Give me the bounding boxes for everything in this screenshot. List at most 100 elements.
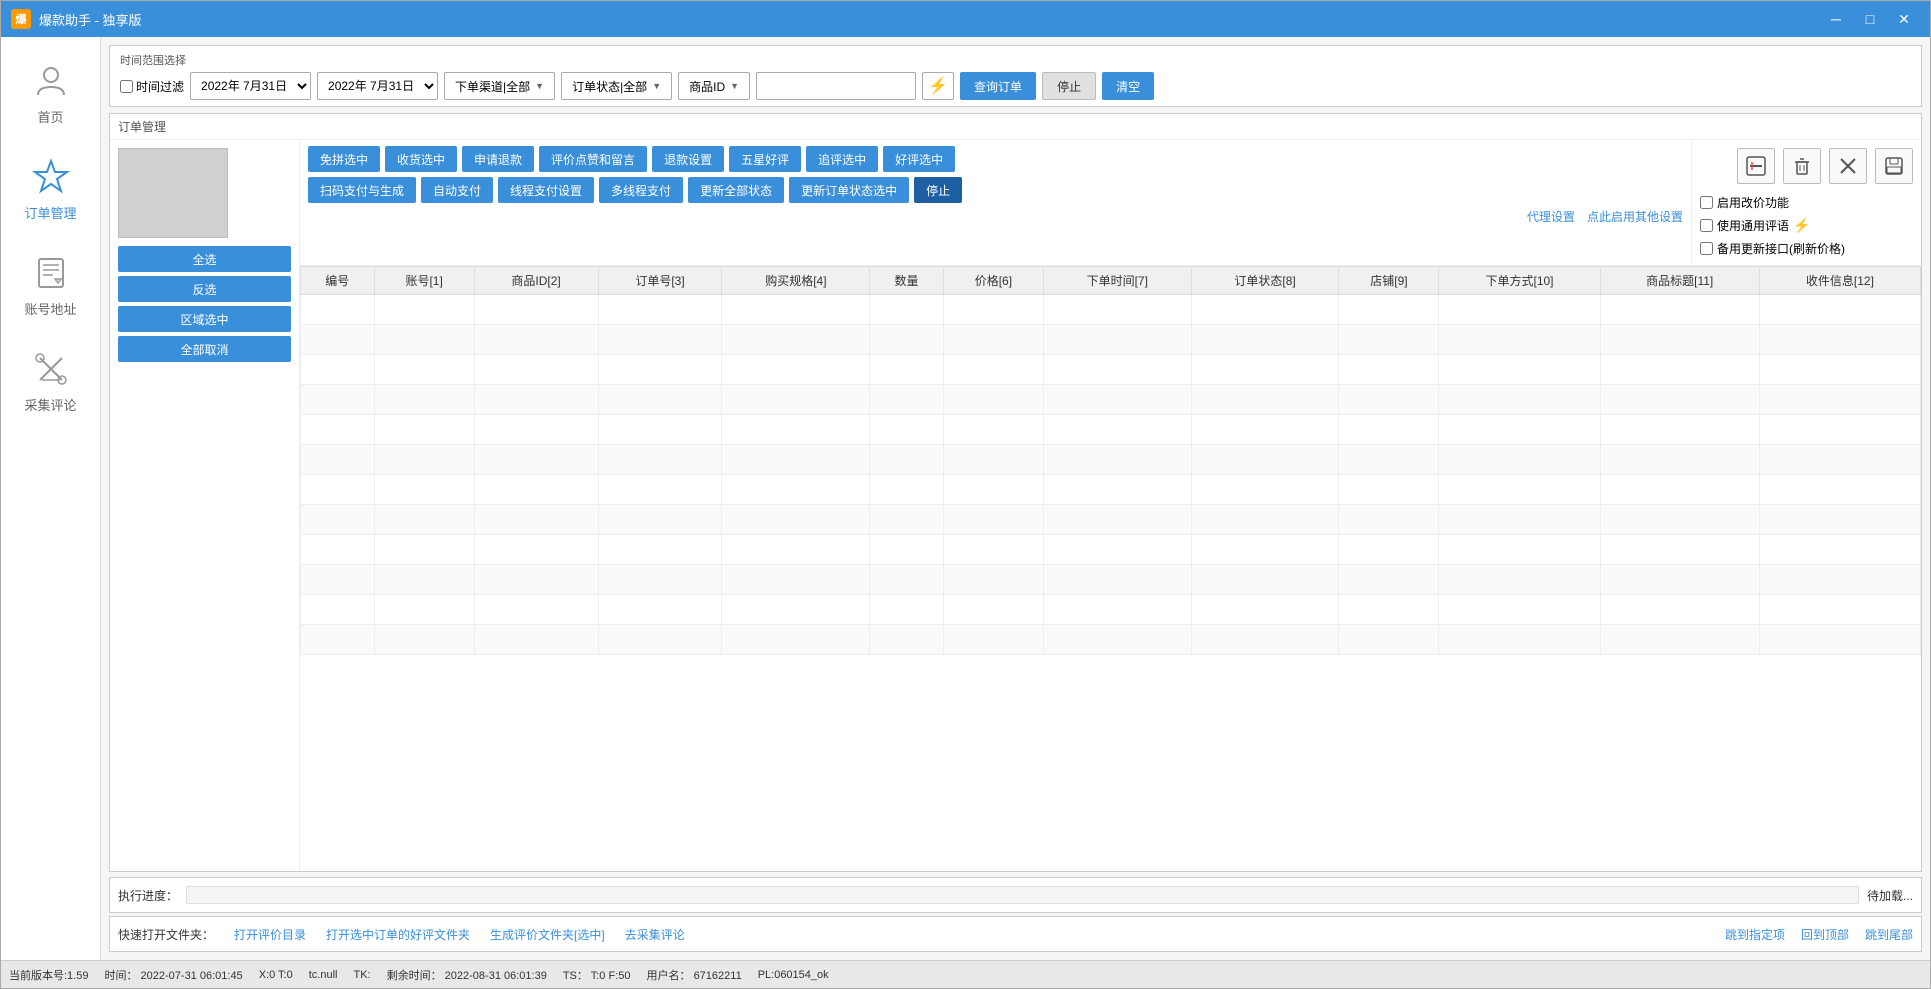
jump-to-item-link[interactable]: 跳到指定项 <box>1725 926 1785 943</box>
col-quantity: 数量 <box>870 267 944 295</box>
product-id-dropdown[interactable]: 商品ID <box>678 72 750 100</box>
sidebar: 首页 订单管理 <box>1 37 101 960</box>
time-filter-checkbox-label[interactable]: 时间过滤 <box>120 78 184 95</box>
receive-goods-btn[interactable]: 收货选中 <box>385 146 457 172</box>
home-label: 首页 <box>37 107 63 126</box>
stop-action-btn[interactable]: 停止 <box>914 177 962 203</box>
table-row[interactable] <box>301 625 1921 655</box>
order-content-area: 免拼选中 收货选中 申请退款 评价点赞和留言 退款设置 五星好评 追评选中 好评… <box>300 140 1921 871</box>
order-thumbnail <box>118 148 228 238</box>
main-window: 爆 爆款助手 - 独享版 ─ □ ✕ 首页 <box>0 0 1931 989</box>
progress-status: 待加载... <box>1867 887 1913 904</box>
generate-review-folder-link[interactable]: 生成评价文件夹[选中] <box>490 926 605 943</box>
maximize-button[interactable]: □ <box>1854 5 1886 33</box>
backup-api-label: 备用更新接口(刷新价格) <box>1717 240 1845 257</box>
lightning-button[interactable]: ⚡ <box>922 72 954 100</box>
user-label: 用户名： <box>647 970 691 982</box>
date-from-select[interactable]: 2022年 7月31日 <box>190 72 311 100</box>
discard-icon[interactable] <box>1829 148 1867 184</box>
sidebar-item-home[interactable]: 首页 <box>6 47 96 138</box>
date-to-select[interactable]: 2022年 7月31日 <box>317 72 438 100</box>
update-selected-status-btn[interactable]: 更新订单状态选中 <box>789 177 909 203</box>
save-icon[interactable] <box>1875 148 1913 184</box>
jump-to-end-link[interactable]: 跳到尾部 <box>1865 926 1913 943</box>
order-right-panel: 启用改价功能 使用通用评语 ⚡ 备用更新接口(刷新价格) <box>1691 140 1921 265</box>
table-row[interactable] <box>301 385 1921 415</box>
col-product-id: 商品ID[2] <box>474 267 598 295</box>
col-shop: 店铺[9] <box>1339 267 1439 295</box>
version-label: 当前版本号:1.59 <box>9 967 88 983</box>
home-icon <box>29 59 73 103</box>
free-spell-btn[interactable]: 免拼选中 <box>308 146 380 172</box>
lightning-review-icon: ⚡ <box>1793 217 1810 234</box>
center-actions: 免拼选中 收货选中 申请退款 评价点赞和留言 退款设置 五星好评 追评选中 好评… <box>300 140 1691 265</box>
five-star-btn[interactable]: 五星好评 <box>729 146 801 172</box>
quick-links-section: 快速打开文件夹： 打开评价目录 打开选中订单的好评文件夹 生成评价文件夹[选中]… <box>109 916 1922 952</box>
table-row[interactable] <box>301 325 1921 355</box>
thread-pay-settings-btn[interactable]: 线程支付设置 <box>498 177 594 203</box>
status-dropdown[interactable]: 订单状态|全部 <box>561 72 672 100</box>
apply-refund-btn[interactable]: 申请退款 <box>462 146 534 172</box>
table-row[interactable] <box>301 535 1921 565</box>
table-row[interactable] <box>301 475 1921 505</box>
order-mgmt-body: 全选 反选 区域选中 全部取消 免拼选中 收货选中 <box>110 140 1921 871</box>
scissors-icon <box>29 347 73 391</box>
order-mgmt-label: 订单管理 <box>24 203 76 222</box>
table-row[interactable] <box>301 505 1921 535</box>
order-management-section: 订单管理 全选 反选 区域选中 全部取消 <box>109 113 1922 872</box>
sidebar-item-order-mgmt[interactable]: 订单管理 <box>6 143 96 234</box>
follow-review-btn[interactable]: 追评选中 <box>806 146 878 172</box>
time-filter-label: 时间过滤 <box>136 78 184 95</box>
time-range-controls: 时间过滤 2022年 7月31日 2022年 7月31日 下单渠道|全部 订单状… <box>120 72 1911 100</box>
good-review-btn[interactable]: 好评选中 <box>883 146 955 172</box>
close-button[interactable]: ✕ <box>1888 5 1920 33</box>
titlebar: 爆 爆款助手 - 独享版 ─ □ ✕ <box>1 1 1930 37</box>
channel-dropdown[interactable]: 下单渠道|全部 <box>444 72 555 100</box>
qr-pay-btn[interactable]: 扫码支付与生成 <box>308 177 416 203</box>
window-controls: ─ □ ✕ <box>1820 5 1920 33</box>
minimize-button[interactable]: ─ <box>1820 5 1852 33</box>
sidebar-item-account-address[interactable]: 账号地址 <box>6 239 96 330</box>
clear-button[interactable]: 清空 <box>1102 72 1154 100</box>
search-input[interactable] <box>756 72 916 100</box>
review-like-btn[interactable]: 评价点赞和留言 <box>539 146 647 172</box>
update-all-status-btn[interactable]: 更新全部状态 <box>688 177 784 203</box>
table-scroll[interactable]: 编号 账号[1] 商品ID[2] 订单号[3] 购买规格[4] 数量 价格[6]… <box>300 266 1921 871</box>
table-row[interactable] <box>301 295 1921 325</box>
table-row[interactable] <box>301 445 1921 475</box>
table-body <box>301 295 1921 655</box>
invert-select-button[interactable]: 反选 <box>118 276 291 302</box>
collect-reviews-label: 采集评论 <box>24 395 76 414</box>
backup-api-row: 备用更新接口(刷新价格) <box>1700 240 1913 257</box>
auto-pay-btn[interactable]: 自动支付 <box>421 177 493 203</box>
trash-icon[interactable] <box>1783 148 1821 184</box>
col-order-method: 下单方式[10] <box>1439 267 1600 295</box>
agent-settings-link[interactable]: 代理设置 <box>1527 208 1575 225</box>
back-to-top-link[interactable]: 回到顶部 <box>1801 926 1849 943</box>
select-all-button[interactable]: 全选 <box>118 246 291 272</box>
star-icon <box>29 155 73 199</box>
query-order-button[interactable]: 查询订单 <box>960 72 1036 100</box>
table-row[interactable] <box>301 415 1921 445</box>
refund-settings-btn[interactable]: 退款设置 <box>652 146 724 172</box>
time-filter-checkbox[interactable] <box>120 80 133 93</box>
time-range-section: 时间范围选择 时间过滤 2022年 7月31日 2022年 7月31日 下单渠道… <box>109 45 1922 107</box>
open-review-dir-link[interactable]: 打开评价目录 <box>234 926 306 943</box>
area-select-button[interactable]: 区域选中 <box>118 306 291 332</box>
universal-review-checkbox[interactable] <box>1700 219 1713 232</box>
price-change-checkbox[interactable] <box>1700 196 1713 209</box>
sidebar-item-collect-reviews[interactable]: 采集评论 <box>6 335 96 426</box>
collect-reviews-link[interactable]: 去采集评论 <box>625 926 685 943</box>
no-entry-icon[interactable] <box>1737 148 1775 184</box>
col-price: 价格[6] <box>943 267 1043 295</box>
deselect-all-button[interactable]: 全部取消 <box>118 336 291 362</box>
order-mgmt-title: 订单管理 <box>110 114 1921 140</box>
table-row[interactable] <box>301 565 1921 595</box>
open-good-review-folder-link[interactable]: 打开选中订单的好评文件夹 <box>326 926 470 943</box>
other-settings-link[interactable]: 点此启用其他设置 <box>1587 208 1683 225</box>
table-row[interactable] <box>301 595 1921 625</box>
table-row[interactable] <box>301 355 1921 385</box>
stop-button[interactable]: 停止 <box>1042 72 1096 100</box>
multi-thread-pay-btn[interactable]: 多线程支付 <box>599 177 683 203</box>
backup-api-checkbox[interactable] <box>1700 242 1713 255</box>
